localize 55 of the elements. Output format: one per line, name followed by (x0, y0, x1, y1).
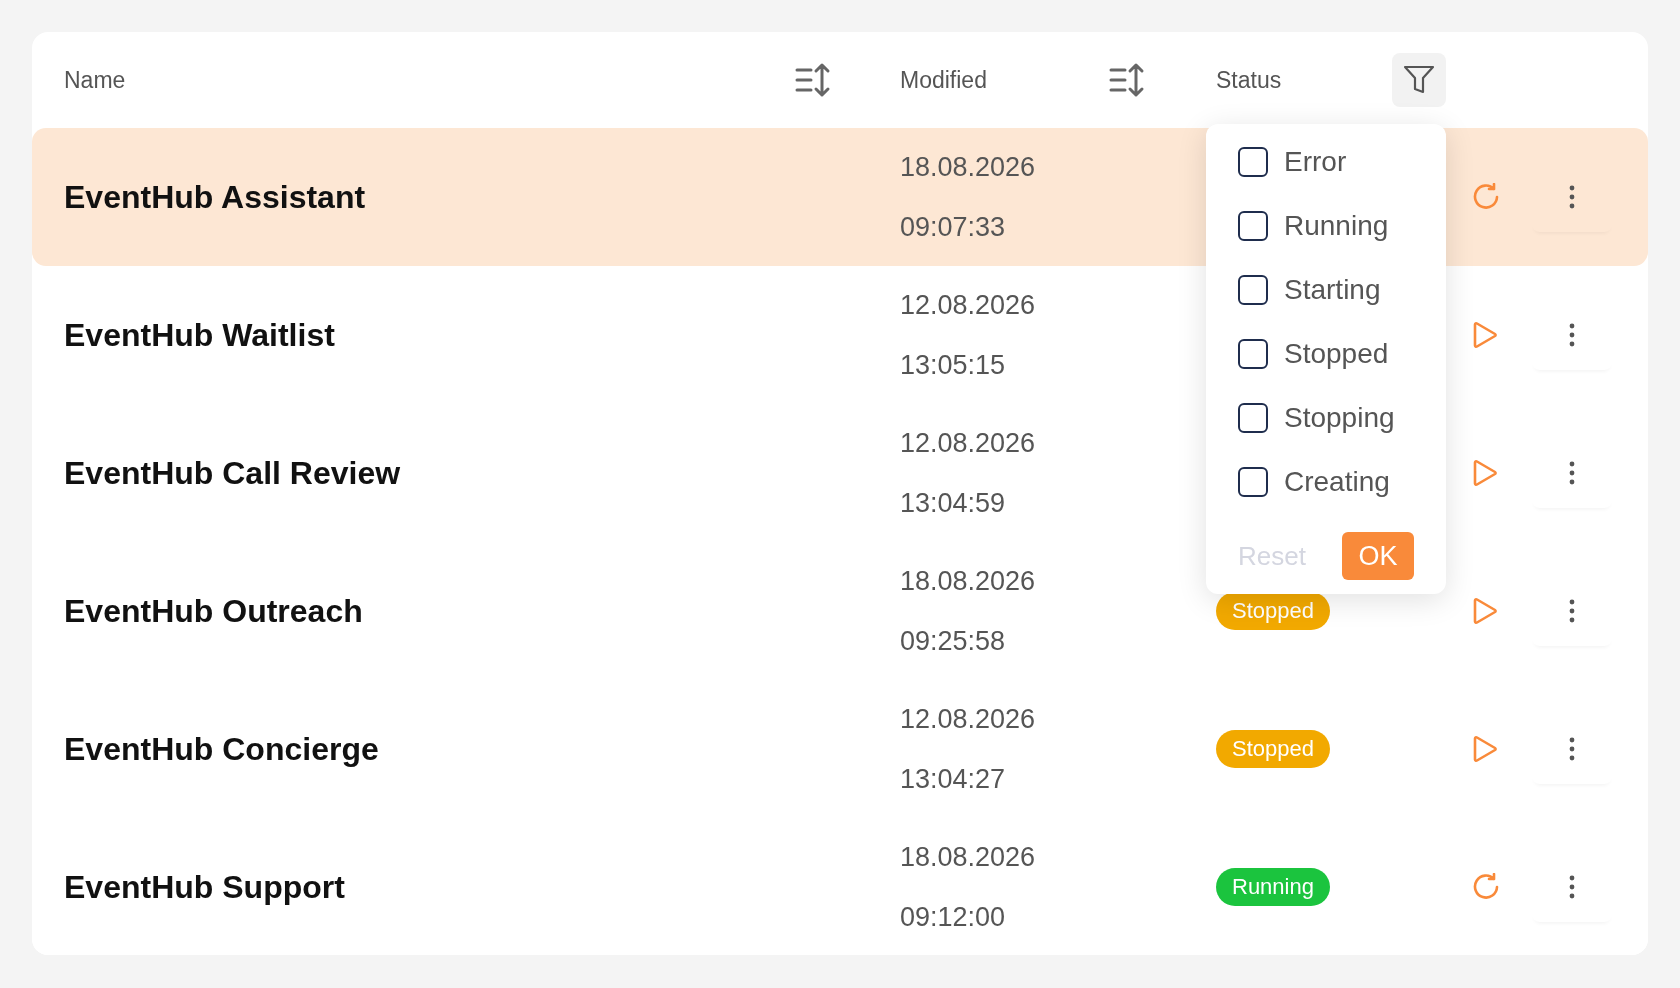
checkbox[interactable] (1238, 275, 1268, 305)
option-label: Error (1284, 146, 1347, 178)
checkbox[interactable] (1238, 403, 1268, 433)
name-cell-text: EventHub Waitlist (64, 316, 336, 354)
checkbox[interactable] (1238, 339, 1268, 369)
date-text: 18.08.2026 (900, 841, 1037, 874)
name-cell-text: EventHub Call Review (64, 454, 402, 492)
refresh-icon[interactable] (1472, 873, 1500, 901)
more-icon (1569, 461, 1575, 485)
time-text: 09:07:33 (900, 211, 1007, 244)
date-text: 18.08.2026 (900, 151, 1037, 184)
date-text: 12.08.2026 (900, 427, 1037, 460)
column-header: Name (64, 66, 126, 94)
date-text: 12.08.2026 (900, 703, 1037, 736)
option-label: Running (1284, 210, 1389, 242)
filter-button[interactable] (1392, 53, 1446, 107)
play-icon[interactable] (1472, 321, 1498, 349)
option-label: Stopping (1284, 402, 1395, 434)
play-icon[interactable] (1472, 735, 1498, 763)
sort-button[interactable] (1108, 62, 1146, 98)
time-text: 13:04:27 (900, 763, 1007, 796)
checkbox[interactable] (1238, 211, 1268, 241)
date-text: 12.08.2026 (900, 289, 1037, 322)
play-icon[interactable] (1472, 597, 1498, 625)
column-header: Status (1216, 66, 1282, 94)
name-cell-text: EventHub Support (64, 868, 346, 906)
name-cell-text: EventHub Concierge (64, 730, 380, 768)
name-cell-text: EventHub Assistant (64, 178, 367, 216)
sort-button[interactable] (794, 62, 832, 98)
more-icon (1569, 323, 1575, 347)
time-text: 13:05:15 (900, 349, 1007, 382)
time-text: 09:25:58 (900, 625, 1007, 658)
ok-button[interactable]: OK (1342, 532, 1414, 580)
status-badge: Running (1216, 868, 1330, 906)
option-label: Stopped (1284, 338, 1389, 370)
column-header: Modified (900, 66, 987, 94)
checkbox[interactable] (1238, 147, 1268, 177)
checkbox[interactable] (1238, 467, 1268, 497)
status-badge: Stopped (1216, 592, 1330, 630)
name-cell-text: EventHub Outreach (64, 592, 364, 630)
option-label: Creating (1284, 466, 1390, 498)
play-icon[interactable] (1472, 459, 1498, 487)
more-icon (1569, 875, 1575, 899)
more-icon (1569, 599, 1575, 623)
sort-icon (794, 62, 832, 98)
refresh-icon[interactable] (1472, 183, 1500, 211)
time-text: 09:12:00 (900, 901, 1007, 934)
status-badge: Stopped (1216, 730, 1330, 768)
option-label: Starting (1284, 274, 1381, 306)
date-text: 18.08.2026 (900, 565, 1037, 598)
filter-icon (1403, 65, 1435, 95)
sort-icon (1108, 62, 1146, 98)
time-text: 13:04:59 (900, 487, 1007, 520)
more-icon (1569, 737, 1575, 761)
more-icon (1569, 185, 1575, 209)
